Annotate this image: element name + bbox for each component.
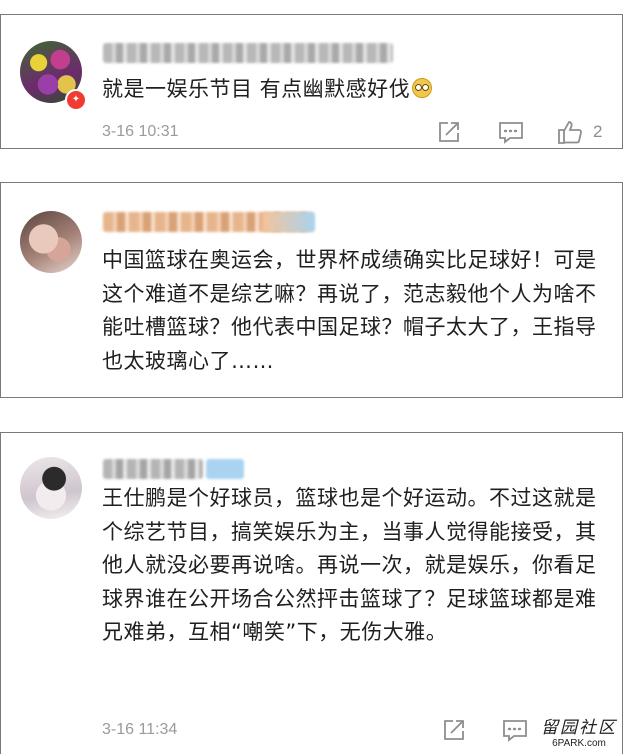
user-level-badge-blurred: [206, 459, 244, 479]
comment-text: 王仕鹏是个好球员，篮球也是个好运动。不过这就是个综艺节目，搞笑娱乐为主，当事人觉…: [102, 486, 597, 644]
thumbs-up-icon[interactable]: [557, 118, 585, 146]
comment-timestamp: 3-16 10:31: [102, 123, 179, 140]
comment-card: ✦ 就是一娱乐节目 有点幽默感好伐 3-16 10:31 2: [0, 14, 623, 149]
comment-icon[interactable]: [498, 120, 524, 144]
comment-card: 中国篮球在奥运会，世界杯成绩确实比足球好！可是这个难道不是综艺嘛？再说了，范志毅…: [0, 182, 623, 398]
share-icon[interactable]: [437, 120, 461, 144]
watermark-title: 留园社区: [541, 718, 617, 738]
verified-badge-icon: ✦: [65, 89, 87, 111]
comment-text: 就是一娱乐节目 有点幽默感好伐: [102, 73, 604, 107]
username-blurred[interactable]: [103, 459, 203, 479]
avatar[interactable]: [20, 457, 82, 519]
share-icon[interactable]: [442, 718, 466, 742]
username-blurred[interactable]: [103, 43, 393, 63]
watermark-url: 6PARK.com: [552, 738, 606, 749]
avatar[interactable]: [20, 211, 82, 273]
site-watermark: 留园社区 6PARK.com: [536, 718, 622, 754]
like-count: 2: [593, 122, 603, 141]
user-level-badge-blurred: [263, 212, 315, 232]
comment-text: 中国篮球在奥运会，世界杯成绩确实比足球好！可是这个难道不是综艺嘛？再说了，范志毅…: [102, 248, 597, 373]
comment-icon[interactable]: [502, 718, 528, 742]
comment-card: 王仕鹏是个好球员，篮球也是个好运动。不过这就是个综艺节目，搞笑娱乐为主，当事人觉…: [0, 432, 623, 754]
shocked-face-emoji-icon: [412, 78, 433, 98]
comment-timestamp: 3-16 11:34: [102, 721, 178, 738]
